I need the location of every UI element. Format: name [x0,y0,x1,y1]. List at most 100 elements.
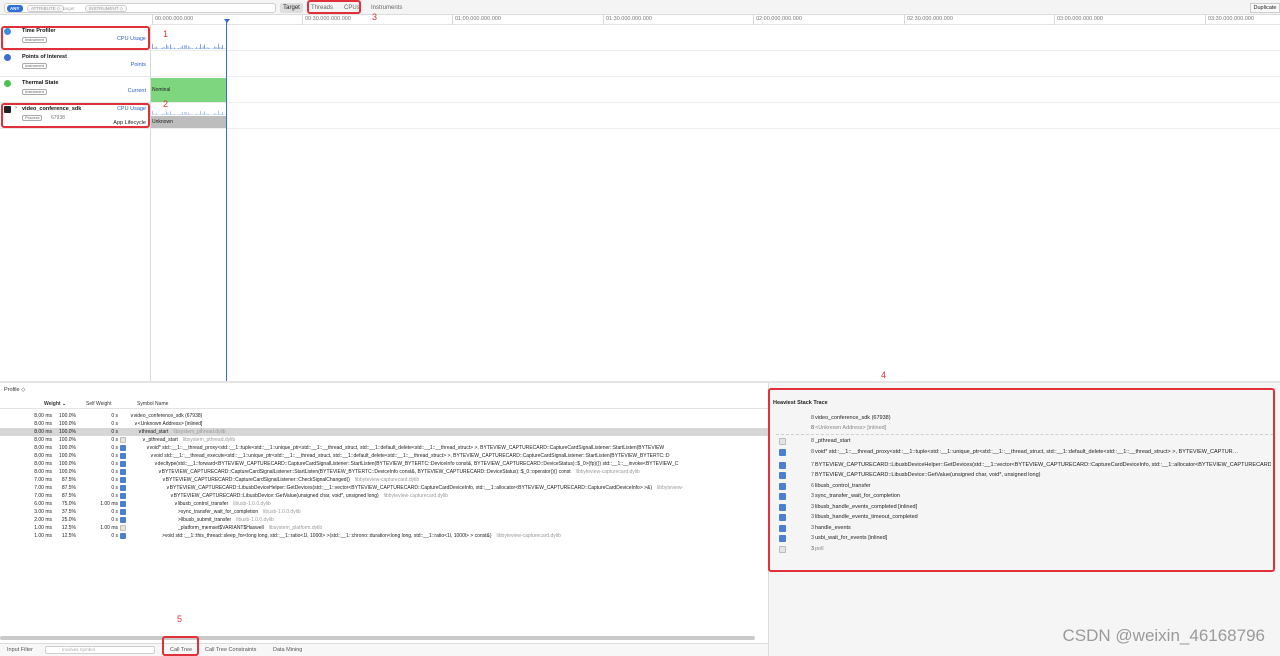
filter-search-field[interactable]: ANY ATTRIBUTE ◇ target INSTRUMENT ◇ [4,3,276,13]
cpu-spike [170,111,171,115]
call-tree-row[interactable]: 7.00 ms 87.5% 0 s ∨BYTEVIEW_CAPTURECARD::Li… [0,492,768,500]
target-button[interactable]: Target [280,3,303,13]
call-tree-row[interactable]: 7.00 ms 87.5% 0 s ∨BYTEVIEW_CAPTURECARD::Ca… [0,476,768,484]
cpu-spike [209,48,210,49]
track-title: Thermal State [22,80,59,86]
call-tree-row[interactable]: 6.00 ms 75.0% 1.00 ms ∨libusb_control_trans… [0,500,768,508]
horizontal-scrollbar[interactable] [0,636,755,640]
cpu-spike [184,45,186,49]
lane-thermal-state[interactable]: Nominal [151,77,1280,103]
row-weight: 8.00 ms [34,429,52,435]
playhead-handle[interactable] [223,19,230,23]
row-percent: 75.0% [61,501,76,507]
call-tree-row[interactable]: 8.00 ms 100.0% 0 s ∨<Unknown Address> [inli… [0,420,768,428]
lane-points-of-interest[interactable] [151,51,1280,77]
track-graph-selector[interactable]: Current [128,88,146,94]
row-weight: 8.00 ms [34,413,52,419]
timeline-ruler[interactable]: 00.000.000.000 00:30.000.000.000 01:00.0… [151,15,1280,25]
annotation-box-process [1,103,150,128]
cpu-spike [187,48,188,49]
target-token[interactable]: target [63,5,75,12]
cpu-spike [158,114,160,115]
track-graph-selector[interactable]: Points [131,62,146,68]
any-filter-badge[interactable]: ANY [7,5,23,12]
symbol-library: libbyteview-capturecard.dylib [383,493,448,499]
cpu-spike [174,113,175,115]
cpu-spike [222,45,223,49]
cpu-spike [213,48,214,49]
detail-bottom-bar: Input Filter Involves Symbol Call Tree C… [0,643,768,656]
track-points-of-interest[interactable]: Points of Interest Instrument Points [0,51,151,77]
call-tree-row[interactable]: 8.00 ms 100.0% 0 s ∨decltype(std::__1::forw… [0,460,768,468]
annotation-label: 3 [372,12,378,22]
cpu-spike [183,114,184,115]
row-weight: 7.00 ms [34,485,52,491]
cpu-spike [222,111,223,115]
cpu-spike [206,113,208,115]
row-symbol: _platform_memset$VARIANT$Haswell libsyste… [178,524,762,532]
row-weight: 2.00 ms [34,517,52,523]
user-code-icon [120,485,126,491]
call-tree-row[interactable]: 7.00 ms 87.5% 0 s ∨BYTEVIEW_CAPTURECARD::Li… [0,484,768,492]
symbol-name: _platform_memset$VARIANT$Haswell [178,525,264,531]
call-tree-row[interactable]: 8.00 ms 100.0% 0 s ∨void* std::__1::__threa… [0,444,768,452]
cpu-spike [155,46,157,49]
row-symbol: ∨_pthread_start libsystem_pthread.dylib [142,436,762,444]
row-percent: 100.0% [59,437,76,443]
attribute-token[interactable]: ATTRIBUTE ◇ [27,5,65,12]
call-tree-row[interactable]: 8.00 ms 100.0% 0 s ∨BYTEVIEW_CAPTURECARD::C… [0,468,768,476]
track-thermal-state[interactable]: Thermal State Instrument Current [0,77,151,103]
call-tree-row[interactable]: 1.00 ms 12.5% 1.00 ms _platform_memset$VARI… [0,524,768,532]
involves-symbol-field[interactable]: Involves Symbol [45,646,155,654]
cpu-spike [167,46,169,49]
tab-data-mining[interactable]: Data Mining [273,646,302,655]
cpu-spike [175,114,177,115]
row-weight: 8.00 ms [34,437,52,443]
call-tree-row[interactable]: 3.00 ms 37.5% 0 s >sync_transfer_wait_for_c… [0,508,768,516]
cpu-spike [197,114,199,115]
call-tree-column-header: Weight ⌄ Self Weight Symbol Name [0,399,768,409]
lane-time-profiler[interactable] [151,25,1280,51]
row-symbol: ∨BYTEVIEW_CAPTURECARD::LibusbDeviceHelpe… [166,484,762,492]
cpu-spike [161,48,162,49]
call-tree-row[interactable]: 8.00 ms 100.0% 0 s ∨_pthread_start libsystem… [0,436,768,444]
cpu-spike [154,113,156,115]
lane-process[interactable]: Unknown [151,103,1280,129]
column-self-weight[interactable]: Self Weight [86,399,111,409]
column-symbol-name[interactable]: Symbol Name [137,399,168,409]
call-tree-row[interactable]: 8.00 ms 100.0% 0 s ∨thread_start libsystem_p… [0,428,768,436]
row-percent: 12.5% [61,533,76,539]
cpu-spike [202,113,204,115]
timeline-lanes[interactable]: Nominal Unknown [151,25,1280,381]
row-self-weight: 0 s [111,509,118,515]
row-weight: 8.00 ms [34,469,52,475]
row-self-weight: 0 s [111,533,118,539]
row-weight: 8.00 ms [34,461,52,467]
detail-mode-selector[interactable]: Profile ◇ [0,385,768,395]
cpu-spike [196,113,197,115]
column-weight[interactable]: Weight ⌄ [44,399,66,409]
cpu-spike [223,114,225,115]
call-tree-row[interactable]: 8.00 ms 100.0% 0 s ∨video_conference_sdk (6… [0,412,768,420]
row-weight: 1.00 ms [34,525,52,531]
playhead[interactable] [226,20,227,381]
tab-call-tree-constraints[interactable]: Call Tree Constraints [205,646,256,655]
call-tree-row[interactable]: 1.00 ms 12.5% 0 s >void std::__1::this_thre… [0,532,768,540]
system-library-icon [120,437,126,443]
row-percent: 100.0% [59,429,76,435]
cpu-spike [188,112,190,115]
symbol-name: ∨void std::__1::__thread_execute<std::__… [150,453,670,459]
cpu-spike [207,47,209,49]
symbol-library: libsystem_pthread.dylib [182,437,236,443]
cpu-spike [193,114,195,115]
call-tree-row[interactable]: 2.00 ms 25.0% 0 s >libusb_submit_transfer li… [0,516,768,524]
cpu-spike [188,45,190,49]
duplicate-button[interactable]: Duplicate [1250,3,1280,13]
cpu-spike [194,48,196,49]
row-percent: 100.0% [59,445,76,451]
symbol-name: >sync_transfer_wait_for_completion [178,509,259,515]
call-tree-row[interactable]: 8.00 ms 100.0% 0 s ∨void std::__1::__thread… [0,452,768,460]
instrument-token[interactable]: INSTRUMENT ◇ [85,5,128,12]
cpu-spike [157,114,158,115]
row-weight: 8.00 ms [34,445,52,451]
